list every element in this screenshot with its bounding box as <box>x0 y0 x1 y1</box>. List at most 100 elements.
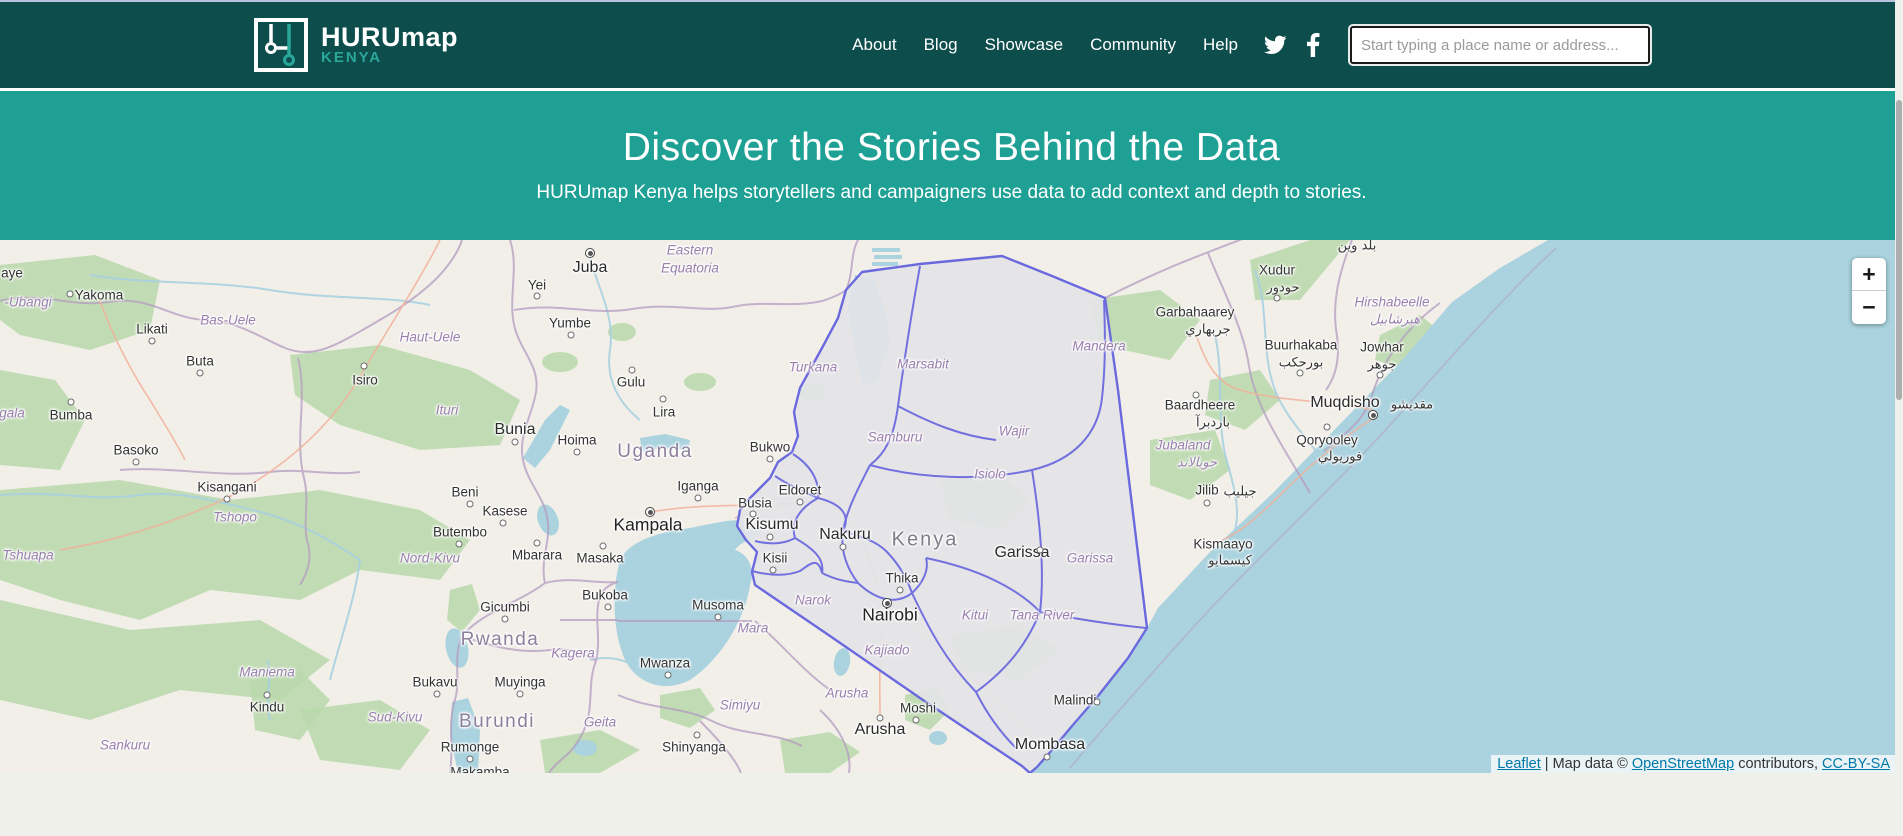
map-label: Arusha <box>826 686 869 701</box>
place-marker <box>750 511 757 518</box>
map-label: Eastern <box>667 243 714 258</box>
map-label: Shinyanga <box>662 740 726 755</box>
map-label: Rwanda <box>461 629 540 651</box>
place-marker <box>660 396 667 403</box>
hurumap-logo-icon <box>253 17 309 73</box>
map-label: Malindi <box>1054 693 1097 708</box>
map-label: Bukwo <box>750 440 791 455</box>
map-label: Yakoma <box>75 288 124 303</box>
map-label: Mara <box>738 621 769 636</box>
map-label: Thika <box>885 571 918 586</box>
map-label: aye <box>1 266 23 281</box>
map-label: باردبرآ <box>1196 416 1230 431</box>
map-label: جيليب <box>1224 485 1257 500</box>
map-label: Bukoba <box>582 588 628 603</box>
map-label: Butembo <box>433 525 487 540</box>
map-label: Kismaayo <box>1193 537 1252 552</box>
place-marker <box>534 293 541 300</box>
leaflet-link[interactable]: Leaflet <box>1497 756 1541 772</box>
place-marker <box>149 338 156 345</box>
zoom-control: + − <box>1852 258 1886 324</box>
map-label: Sud-Kivu <box>368 710 423 725</box>
place-marker <box>1044 754 1051 761</box>
twitter-icon[interactable] <box>1264 35 1287 55</box>
map-label: Kasese <box>482 504 527 519</box>
map-label: Mandera <box>1072 339 1125 354</box>
map-label: Iganga <box>677 479 718 494</box>
place-marker <box>797 499 804 506</box>
map-label: Jubaland <box>1156 438 1211 453</box>
map-label: Wajir <box>999 424 1030 439</box>
map-label: Hirshabeelle <box>1354 295 1429 310</box>
map-label: هيرشابيل <box>1370 313 1420 328</box>
zoom-out-button[interactable]: − <box>1852 291 1886 324</box>
search-input[interactable] <box>1350 26 1650 64</box>
place-marker <box>715 614 722 621</box>
place-marker <box>877 715 884 722</box>
hero-subtitle: HURUmap Kenya helps storytellers and cam… <box>0 182 1903 204</box>
map-label: Buta <box>186 354 214 369</box>
nav-about[interactable]: About <box>852 35 896 55</box>
page-footer-space <box>0 773 1903 836</box>
place-marker <box>1274 295 1281 302</box>
nav-help[interactable]: Help <box>1203 35 1238 55</box>
facebook-icon[interactable] <box>1307 33 1320 57</box>
map-label: Makamba <box>450 765 509 774</box>
place-marker <box>500 520 507 527</box>
nav-showcase[interactable]: Showcase <box>985 35 1063 55</box>
map-label: حودور <box>1266 281 1299 296</box>
place-marker <box>1204 500 1211 507</box>
place-marker <box>224 496 231 503</box>
osm-link[interactable]: OpenStreetMap <box>1632 756 1734 772</box>
place-marker <box>694 732 701 739</box>
leaflet-map[interactable]: aye-UbangiYakomaLikatiBas-UeleHaut-UeleB… <box>0 240 1903 773</box>
map-label: Kenya <box>892 529 959 552</box>
map-label: Geita <box>584 715 616 730</box>
place-marker <box>767 456 774 463</box>
map-label: Gulu <box>617 375 646 390</box>
page-scrollbar[interactable] <box>1895 0 1903 836</box>
logo[interactable]: HURUmap KENYA <box>253 17 458 73</box>
map-label: Kajiado <box>864 643 909 658</box>
scrollbar-thumb[interactable] <box>1896 100 1902 400</box>
map-label: بلد وين <box>1338 240 1377 254</box>
map-label: جوهر <box>1368 358 1397 373</box>
nav-blog[interactable]: Blog <box>924 35 958 55</box>
map-label: Likati <box>136 322 168 337</box>
map-label: Yumbe <box>549 316 591 331</box>
map-label: مقديشو <box>1391 398 1433 413</box>
place-marker <box>1037 547 1044 554</box>
social-links <box>1264 33 1320 57</box>
map-label: كيسمايو <box>1208 554 1252 569</box>
map-label: gala <box>0 406 25 421</box>
map-label: Bunia <box>495 421 536 439</box>
place-marker <box>67 291 74 298</box>
logo-title: HURUmap <box>321 24 458 50</box>
map-label: -Ubangi <box>4 295 51 310</box>
zoom-in-button[interactable]: + <box>1852 258 1886 291</box>
place-marker <box>629 367 636 374</box>
map-label: Beni <box>451 485 478 500</box>
map-label: Narok <box>795 593 831 608</box>
map-label: Maniema <box>239 665 295 680</box>
map-label: جوبالاند <box>1177 456 1217 471</box>
place-marker <box>897 587 904 594</box>
license-link[interactable]: CC-BY-SA <box>1822 756 1890 772</box>
map-label: Busia <box>738 496 772 511</box>
place-marker <box>605 604 612 611</box>
place-marker <box>1377 372 1384 379</box>
map-label: Garbahaarey <box>1156 305 1235 320</box>
map-label: Ituri <box>436 403 459 418</box>
hero-title: Discover the Stories Behind the Data <box>0 126 1903 170</box>
map-label: Masaka <box>576 551 623 566</box>
header-search <box>1350 26 1650 64</box>
place-marker <box>434 691 441 698</box>
nav-community[interactable]: Community <box>1090 35 1176 55</box>
logo-text: HURUmap KENYA <box>321 24 458 66</box>
hero-banner: Discover the Stories Behind the Data HUR… <box>0 91 1903 240</box>
place-marker <box>1297 370 1304 377</box>
place-marker <box>585 248 595 258</box>
map-labels: aye-UbangiYakomaLikatiBas-UeleHaut-UeleB… <box>0 240 1903 773</box>
place-marker <box>361 363 368 370</box>
map-label: Muyinga <box>494 675 545 690</box>
